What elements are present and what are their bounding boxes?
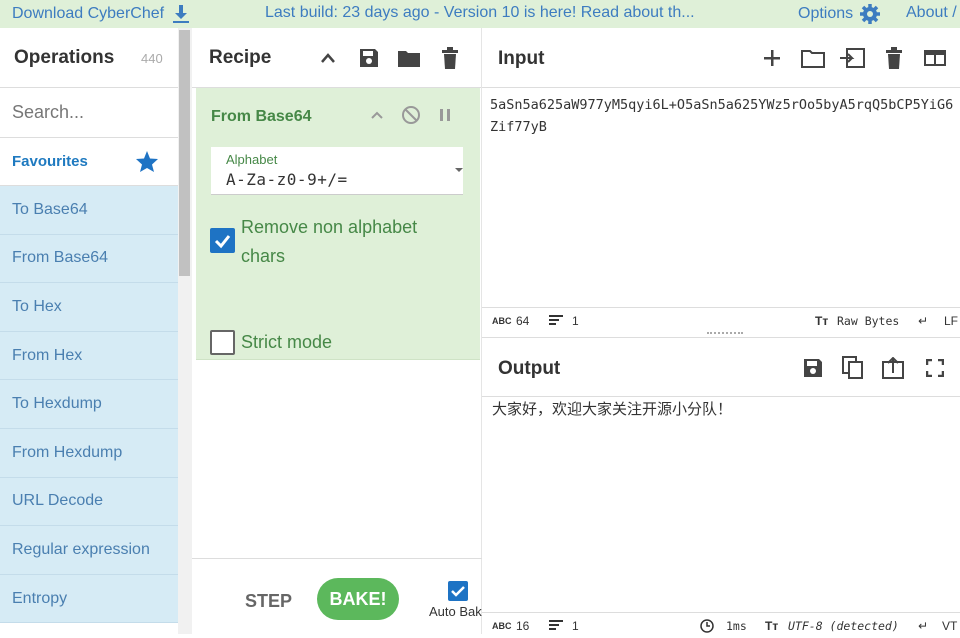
chevron-up-icon[interactable] (367, 104, 387, 126)
operations-panel: Operations 440 Search... Favourites To B… (0, 28, 192, 634)
remove-label-line-2[interactable]: chars (241, 242, 417, 271)
operation-list: To Base64 From Base64 To Hex From Hex To… (0, 186, 192, 624)
output-char-count: 16 (516, 619, 530, 633)
return-icon: ↵ (918, 619, 929, 633)
layout-icon[interactable] (922, 46, 948, 70)
clear-input-icon[interactable] (881, 46, 907, 70)
gear-icon[interactable] (859, 3, 881, 25)
favourites-label[interactable]: Favourites (12, 153, 88, 170)
bake-time: 1ms (726, 619, 747, 633)
abc-icon: ABC (492, 316, 512, 326)
alphabet-value[interactable]: A-Za-z0-9+/= (226, 170, 348, 189)
step-button[interactable]: STEP (245, 591, 292, 612)
options-link[interactable]: Options (798, 3, 881, 25)
output-text[interactable]: 大家好，欢迎大家关注开源小分队！ (492, 398, 732, 419)
top-banner: Download CyberChef Last build: 23 days a… (0, 0, 960, 28)
bake-button[interactable]: BAKE! (317, 578, 399, 620)
copy-icon[interactable] (840, 356, 866, 380)
about-link[interactable]: About / (906, 4, 957, 22)
operations-header: Operations 440 (0, 28, 192, 88)
output-encoding[interactable]: UTF-8 (detected) (788, 619, 899, 633)
recipe-title: Recipe (209, 46, 272, 68)
remove-non-alphabet-label[interactable]: Remove non alphabet chars (241, 213, 417, 271)
text-size-icon: Tт (815, 314, 829, 328)
save-output-icon[interactable] (800, 356, 826, 380)
input-eol[interactable]: LF (944, 314, 958, 328)
lines-icon (549, 619, 563, 634)
operations-title: Operations (14, 46, 115, 68)
operation-item-from-hexdump[interactable]: From Hexdump (0, 428, 178, 478)
recipe-panel: Recipe From Base64 Alphabet A-Za-z0-9+/= (192, 28, 489, 634)
output-title: Output (498, 358, 561, 379)
operation-item-url-decode[interactable]: URL Decode (0, 477, 178, 527)
open-folder-icon[interactable] (800, 46, 826, 70)
replace-input-icon[interactable] (880, 356, 906, 380)
operation-item-to-base64[interactable]: To Base64 (0, 186, 178, 235)
operations-scrollbar[interactable] (178, 28, 192, 634)
download-icon[interactable] (172, 4, 190, 24)
remove-label-line-1[interactable]: Remove non alphabet (241, 213, 417, 242)
disable-icon[interactable] (401, 104, 421, 126)
download-link[interactable]: Download CyberChef (12, 4, 190, 24)
output-line-count: 1 (572, 619, 579, 633)
clear-recipe-icon[interactable] (438, 46, 462, 70)
strict-mode-checkbox[interactable] (210, 330, 235, 355)
recipe-header: Recipe (192, 28, 481, 88)
collapse-all-icon[interactable] (316, 46, 340, 70)
output-status-bar: ABC 16 1 1ms Tт UTF-8 (detected) ↵ VT (482, 612, 960, 638)
open-file-icon[interactable] (839, 46, 865, 70)
resize-handle[interactable] (707, 332, 743, 334)
operation-item-to-hexdump[interactable]: To Hexdump (0, 380, 178, 429)
text-size-icon: Tт (765, 619, 779, 633)
pause-icon[interactable] (435, 104, 455, 126)
abc-icon: ABC (492, 621, 512, 631)
input-line-count: 1 (572, 314, 579, 328)
search-input[interactable]: Search... (0, 88, 178, 138)
input-title: Input (498, 48, 545, 69)
return-icon: ↵ (918, 314, 929, 328)
operation-item-to-hex[interactable]: To Hex (0, 283, 178, 332)
scrollbar-thumb[interactable] (179, 30, 190, 276)
save-recipe-icon[interactable] (357, 46, 381, 70)
input-encoding[interactable]: Raw Bytes (837, 314, 899, 328)
download-label[interactable]: Download CyberChef (12, 5, 164, 23)
remove-non-alphabet-checkbox[interactable] (210, 228, 235, 253)
recipe-operation-from-base64[interactable]: From Base64 Alphabet A-Za-z0-9+/= Remove… (196, 88, 480, 360)
load-recipe-icon[interactable] (397, 46, 421, 70)
input-char-count: 64 (516, 314, 530, 328)
operation-item-from-hex[interactable]: From Hex (0, 331, 178, 381)
operation-item-regular-expression[interactable]: Regular expression (0, 526, 178, 575)
strict-mode-label[interactable]: Strict mode (241, 328, 332, 357)
operations-count: 440 (141, 51, 163, 66)
auto-bake-checkbox[interactable] (448, 581, 468, 601)
check-icon (451, 586, 465, 597)
alphabet-select[interactable]: Alphabet A-Za-z0-9+/= (211, 147, 463, 195)
build-banner[interactable]: Last build: 23 days ago - Version 10 is … (265, 4, 695, 22)
input-header: Input (482, 28, 960, 88)
favourites-category[interactable]: Favourites (0, 138, 178, 186)
io-panel: Input 5aSn5a625aW977yM5qyi6L+O5aSn5a625Y… (482, 28, 960, 634)
add-tab-icon[interactable] (759, 46, 785, 70)
options-label[interactable]: Options (798, 5, 853, 23)
input-status-bar: ABC 64 1 Tт Raw Bytes ↵ LF (482, 307, 960, 333)
lines-icon (549, 314, 563, 329)
maximize-icon[interactable] (922, 356, 948, 380)
operation-item-entropy[interactable]: Entropy (0, 574, 178, 624)
input-textarea[interactable]: 5aSn5a625aW977yM5qyi6L+O5aSn5a625YWz5rOo… (490, 94, 960, 138)
clock-icon (700, 619, 714, 636)
recipe-controls: STEP BAKE! Auto Bake (192, 558, 489, 634)
operation-name: From Base64 (211, 108, 312, 125)
chevron-down-icon[interactable] (455, 168, 463, 172)
alphabet-label: Alphabet (226, 152, 278, 167)
output-header: Output (482, 337, 960, 397)
auto-bake-label[interactable]: Auto Bake (429, 604, 489, 619)
output-eol[interactable]: VT (942, 619, 957, 633)
star-icon (136, 151, 158, 172)
check-icon (214, 235, 231, 249)
operation-item-from-base64[interactable]: From Base64 (0, 234, 178, 284)
